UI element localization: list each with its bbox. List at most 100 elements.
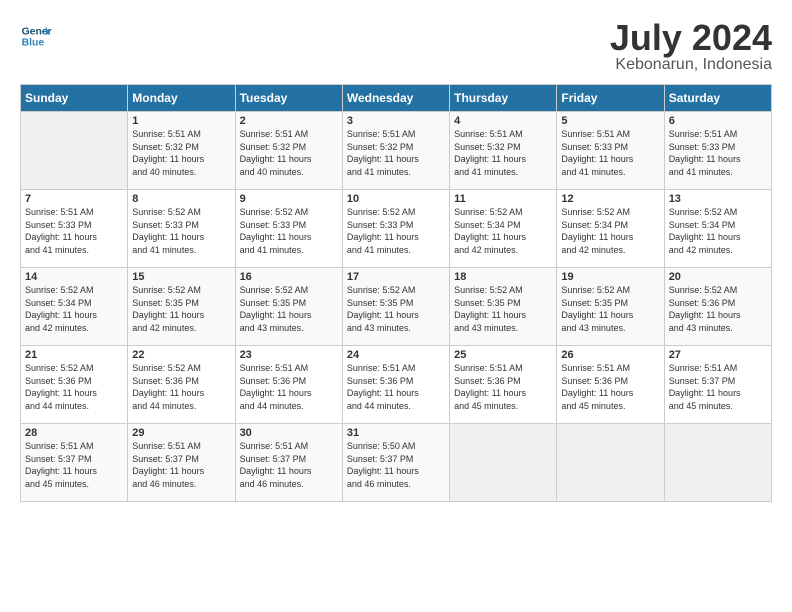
table-cell: 23Sunrise: 5:51 AM Sunset: 5:36 PM Dayli… — [235, 346, 342, 424]
day-number: 18 — [454, 271, 552, 283]
day-info: Sunrise: 5:51 AM Sunset: 5:37 PM Dayligh… — [669, 362, 767, 412]
day-info: Sunrise: 5:52 AM Sunset: 5:34 PM Dayligh… — [669, 206, 767, 256]
day-info: Sunrise: 5:50 AM Sunset: 5:37 PM Dayligh… — [347, 440, 445, 490]
table-cell: 20Sunrise: 5:52 AM Sunset: 5:36 PM Dayli… — [664, 268, 771, 346]
table-cell: 15Sunrise: 5:52 AM Sunset: 5:35 PM Dayli… — [128, 268, 235, 346]
day-info: Sunrise: 5:51 AM Sunset: 5:32 PM Dayligh… — [240, 128, 338, 178]
table-cell: 13Sunrise: 5:52 AM Sunset: 5:34 PM Dayli… — [664, 190, 771, 268]
day-info: Sunrise: 5:51 AM Sunset: 5:37 PM Dayligh… — [132, 440, 230, 490]
week-row-3: 14Sunrise: 5:52 AM Sunset: 5:34 PM Dayli… — [21, 268, 772, 346]
table-cell: 25Sunrise: 5:51 AM Sunset: 5:36 PM Dayli… — [450, 346, 557, 424]
week-row-2: 7Sunrise: 5:51 AM Sunset: 5:33 PM Daylig… — [21, 190, 772, 268]
logo-icon: General Blue — [20, 20, 52, 52]
header-sunday: Sunday — [21, 85, 128, 112]
table-cell: 27Sunrise: 5:51 AM Sunset: 5:37 PM Dayli… — [664, 346, 771, 424]
day-number: 23 — [240, 349, 338, 361]
header-wednesday: Wednesday — [342, 85, 449, 112]
day-number: 6 — [669, 115, 767, 127]
header-monday: Monday — [128, 85, 235, 112]
svg-text:Blue: Blue — [22, 38, 45, 49]
table-cell: 17Sunrise: 5:52 AM Sunset: 5:35 PM Dayli… — [342, 268, 449, 346]
day-number: 27 — [669, 349, 767, 361]
header-friday: Friday — [557, 85, 664, 112]
week-row-5: 28 Sunrise: 5:51 AM Sunset: 5:37 PM Dayli… — [21, 424, 772, 502]
day-info: Sunrise: 5:51 AM Sunset: 5:36 PM Dayligh… — [454, 362, 552, 412]
day-number: 21 — [25, 349, 123, 361]
table-cell: 18Sunrise: 5:52 AM Sunset: 5:35 PM Dayli… — [450, 268, 557, 346]
day-number: 20 — [669, 271, 767, 283]
day-info: Sunrise: 5:52 AM Sunset: 5:33 PM Dayligh… — [347, 206, 445, 256]
day-info: Sunrise: 5:52 AM Sunset: 5:34 PM Dayligh… — [25, 284, 123, 334]
day-number: 31 — [347, 427, 445, 439]
calendar-header-row: Sunday Monday Tuesday Wednesday Thursday… — [21, 85, 772, 112]
day-number: 15 — [132, 271, 230, 283]
week-row-1: 1Sunrise: 5:51 AM Sunset: 5:32 PM Daylig… — [21, 112, 772, 190]
title-block: July 2024 Kebonarun, Indonesia — [610, 20, 772, 74]
day-number: 30 — [240, 427, 338, 439]
page-container: General Blue July 2024 Kebonarun, Indone… — [0, 0, 792, 512]
day-number: 29 — [132, 427, 230, 439]
table-cell: 4Sunrise: 5:51 AM Sunset: 5:32 PM Daylig… — [450, 112, 557, 190]
table-cell: 14Sunrise: 5:52 AM Sunset: 5:34 PM Dayli… — [21, 268, 128, 346]
table-cell: 10Sunrise: 5:52 AM Sunset: 5:33 PM Dayli… — [342, 190, 449, 268]
logo: General Blue — [20, 20, 52, 52]
day-number: 14 — [25, 271, 123, 283]
day-info: Sunrise: 5:51 AM Sunset: 5:36 PM Dayligh… — [240, 362, 338, 412]
day-info: Sunrise: 5:52 AM Sunset: 5:35 PM Dayligh… — [240, 284, 338, 334]
day-number: 3 — [347, 115, 445, 127]
day-number: 16 — [240, 271, 338, 283]
header-tuesday: Tuesday — [235, 85, 342, 112]
table-cell: 29Sunrise: 5:51 AM Sunset: 5:37 PM Dayli… — [128, 424, 235, 502]
day-number: 24 — [347, 349, 445, 361]
day-number: 25 — [454, 349, 552, 361]
day-number: 26 — [561, 349, 659, 361]
day-info: Sunrise: 5:52 AM Sunset: 5:34 PM Dayligh… — [561, 206, 659, 256]
day-number: 4 — [454, 115, 552, 127]
table-cell: 5Sunrise: 5:51 AM Sunset: 5:33 PM Daylig… — [557, 112, 664, 190]
day-info: Sunrise: 5:52 AM Sunset: 5:35 PM Dayligh… — [454, 284, 552, 334]
day-info: Sunrise: 5:51 AM Sunset: 5:33 PM Dayligh… — [25, 206, 123, 256]
table-cell — [450, 424, 557, 502]
header-saturday: Saturday — [664, 85, 771, 112]
table-cell: 22Sunrise: 5:52 AM Sunset: 5:36 PM Dayli… — [128, 346, 235, 424]
table-cell: 26Sunrise: 5:51 AM Sunset: 5:36 PM Dayli… — [557, 346, 664, 424]
day-number: 13 — [669, 193, 767, 205]
table-cell: 19Sunrise: 5:52 AM Sunset: 5:35 PM Dayli… — [557, 268, 664, 346]
day-info: Sunrise: 5:52 AM Sunset: 5:33 PM Dayligh… — [132, 206, 230, 256]
table-cell: 24Sunrise: 5:51 AM Sunset: 5:36 PM Dayli… — [342, 346, 449, 424]
table-cell — [21, 112, 128, 190]
day-info: Sunrise: 5:52 AM Sunset: 5:36 PM Dayligh… — [669, 284, 767, 334]
day-number: 28 — [25, 427, 123, 439]
table-cell: 31Sunrise: 5:50 AM Sunset: 5:37 PM Dayli… — [342, 424, 449, 502]
table-cell — [664, 424, 771, 502]
table-cell: 6Sunrise: 5:51 AM Sunset: 5:33 PM Daylig… — [664, 112, 771, 190]
table-cell: 2Sunrise: 5:51 AM Sunset: 5:32 PM Daylig… — [235, 112, 342, 190]
day-info: Sunrise: 5:51 AM Sunset: 5:36 PM Dayligh… — [347, 362, 445, 412]
header: General Blue July 2024 Kebonarun, Indone… — [20, 20, 772, 74]
day-info: Sunrise: 5:51 AM Sunset: 5:32 PM Dayligh… — [132, 128, 230, 178]
table-cell: 30Sunrise: 5:51 AM Sunset: 5:37 PM Dayli… — [235, 424, 342, 502]
table-cell: 12Sunrise: 5:52 AM Sunset: 5:34 PM Dayli… — [557, 190, 664, 268]
table-cell: 16Sunrise: 5:52 AM Sunset: 5:35 PM Dayli… — [235, 268, 342, 346]
month-year-title: July 2024 — [610, 20, 772, 56]
day-number: 19 — [561, 271, 659, 283]
day-info: Sunrise: 5:52 AM Sunset: 5:34 PM Dayligh… — [454, 206, 552, 256]
day-info: Sunrise: 5:52 AM Sunset: 5:36 PM Dayligh… — [25, 362, 123, 412]
week-row-4: 21Sunrise: 5:52 AM Sunset: 5:36 PM Dayli… — [21, 346, 772, 424]
day-number: 12 — [561, 193, 659, 205]
table-cell: 9Sunrise: 5:52 AM Sunset: 5:33 PM Daylig… — [235, 190, 342, 268]
day-number: 2 — [240, 115, 338, 127]
table-cell: 1Sunrise: 5:51 AM Sunset: 5:32 PM Daylig… — [128, 112, 235, 190]
day-number: 10 — [347, 193, 445, 205]
table-cell: 21Sunrise: 5:52 AM Sunset: 5:36 PM Dayli… — [21, 346, 128, 424]
table-cell: 3Sunrise: 5:51 AM Sunset: 5:32 PM Daylig… — [342, 112, 449, 190]
day-info: Sunrise: 5:51 AM Sunset: 5:36 PM Dayligh… — [561, 362, 659, 412]
table-cell: 8Sunrise: 5:52 AM Sunset: 5:33 PM Daylig… — [128, 190, 235, 268]
day-info: Sunrise: 5:51 AM Sunset: 5:32 PM Dayligh… — [347, 128, 445, 178]
header-thursday: Thursday — [450, 85, 557, 112]
table-cell: 28Sunrise: 5:51 AM Sunset: 5:37 PM Dayli… — [21, 424, 128, 502]
day-number: 1 — [132, 115, 230, 127]
day-info: Sunrise: 5:52 AM Sunset: 5:35 PM Dayligh… — [347, 284, 445, 334]
day-info: Sunrise: 5:52 AM Sunset: 5:33 PM Dayligh… — [240, 206, 338, 256]
table-cell: 11Sunrise: 5:52 AM Sunset: 5:34 PM Dayli… — [450, 190, 557, 268]
